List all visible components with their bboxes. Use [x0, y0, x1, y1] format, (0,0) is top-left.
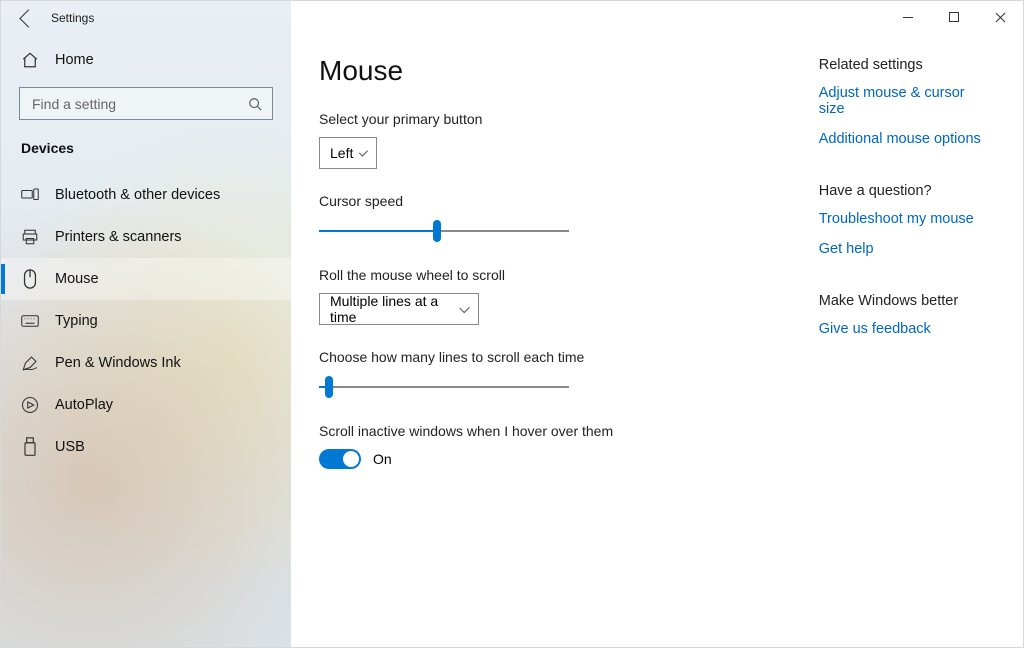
better-heading: Make Windows better — [819, 293, 987, 309]
usb-icon — [21, 438, 39, 456]
wheel-scroll-value: Multiple lines at a time — [330, 293, 453, 325]
pen-icon — [21, 354, 39, 372]
nav-label: Pen & Windows Ink — [55, 355, 181, 371]
nav-printers[interactable]: Printers & scanners — [1, 216, 291, 258]
autoplay-icon — [21, 396, 39, 414]
printer-icon — [21, 228, 39, 246]
nav-label: AutoPlay — [55, 397, 113, 413]
link-troubleshoot-mouse[interactable]: Troubleshoot my mouse — [819, 211, 987, 227]
back-button[interactable] — [9, 1, 43, 35]
back-arrow-icon — [19, 9, 37, 27]
nav-mouse[interactable]: Mouse — [1, 258, 291, 300]
cursor-speed-label: Cursor speed — [319, 193, 779, 209]
primary-button-dropdown[interactable]: Left — [319, 137, 377, 169]
maximize-button[interactable] — [931, 1, 977, 33]
nav-label: USB — [55, 439, 85, 455]
keyboard-icon — [21, 312, 39, 330]
primary-button-value: Left — [330, 145, 353, 161]
content-area: Mouse Select your primary button Left Cu… — [291, 1, 1023, 647]
hover-scroll-toggle[interactable] — [319, 449, 361, 469]
close-button[interactable] — [977, 1, 1023, 33]
chevron-down-icon — [359, 147, 368, 156]
lines-scroll-label: Choose how many lines to scroll each tim… — [319, 349, 779, 365]
wheel-scroll-dropdown[interactable]: Multiple lines at a time — [319, 293, 479, 325]
home-label: Home — [55, 52, 94, 68]
cursor-speed-slider[interactable] — [319, 219, 569, 243]
minimize-icon — [903, 17, 913, 18]
settings-window: Settings Home Devices Bluetooth & oth — [0, 0, 1024, 648]
link-give-feedback[interactable]: Give us feedback — [819, 321, 987, 337]
primary-button-label: Select your primary button — [319, 111, 779, 127]
titlebar: Settings — [1, 1, 291, 35]
home-icon — [21, 51, 39, 69]
nav-pen[interactable]: Pen & Windows Ink — [1, 342, 291, 384]
nav-label: Mouse — [55, 271, 99, 287]
slider-track — [319, 386, 569, 388]
nav-list: Bluetooth & other devices Printers & sca… — [1, 174, 291, 468]
nav-autoplay[interactable]: AutoPlay — [1, 384, 291, 426]
nav-usb[interactable]: USB — [1, 426, 291, 468]
slider-thumb[interactable] — [325, 376, 333, 398]
mouse-icon — [21, 270, 39, 288]
maximize-icon — [949, 12, 959, 22]
search-icon — [248, 97, 262, 111]
page-title: Mouse — [319, 55, 779, 87]
app-title: Settings — [51, 11, 94, 25]
side-column: Related settings Adjust mouse & cursor s… — [819, 55, 987, 647]
nav-label: Printers & scanners — [55, 229, 182, 245]
link-adjust-cursor-size[interactable]: Adjust mouse & cursor size — [819, 85, 987, 117]
toggle-knob — [343, 451, 359, 467]
search-box[interactable] — [19, 87, 273, 120]
hover-scroll-value: On — [373, 451, 392, 467]
lines-scroll-slider[interactable] — [319, 375, 569, 399]
link-additional-mouse-options[interactable]: Additional mouse options — [819, 131, 987, 147]
nav-label: Bluetooth & other devices — [55, 187, 220, 203]
wheel-scroll-label: Roll the mouse wheel to scroll — [319, 267, 779, 283]
minimize-button[interactable] — [885, 1, 931, 33]
main-column: Mouse Select your primary button Left Cu… — [319, 55, 779, 647]
slider-fill — [319, 230, 437, 232]
window-controls — [885, 1, 1023, 33]
search-input[interactable] — [30, 95, 248, 113]
hover-scroll-label: Scroll inactive windows when I hover ove… — [319, 423, 779, 439]
nav-typing[interactable]: Typing — [1, 300, 291, 342]
category-header: Devices — [1, 120, 291, 164]
link-get-help[interactable]: Get help — [819, 241, 987, 257]
devices-icon — [21, 186, 39, 204]
nav-bluetooth[interactable]: Bluetooth & other devices — [1, 174, 291, 216]
chevron-down-icon — [459, 302, 470, 313]
question-heading: Have a question? — [819, 183, 987, 199]
related-settings-heading: Related settings — [819, 57, 987, 73]
nav-label: Typing — [55, 313, 98, 329]
home-nav[interactable]: Home — [1, 41, 291, 79]
sidebar: Settings Home Devices Bluetooth & oth — [1, 1, 291, 647]
close-icon — [995, 12, 1006, 23]
slider-thumb[interactable] — [433, 220, 441, 242]
